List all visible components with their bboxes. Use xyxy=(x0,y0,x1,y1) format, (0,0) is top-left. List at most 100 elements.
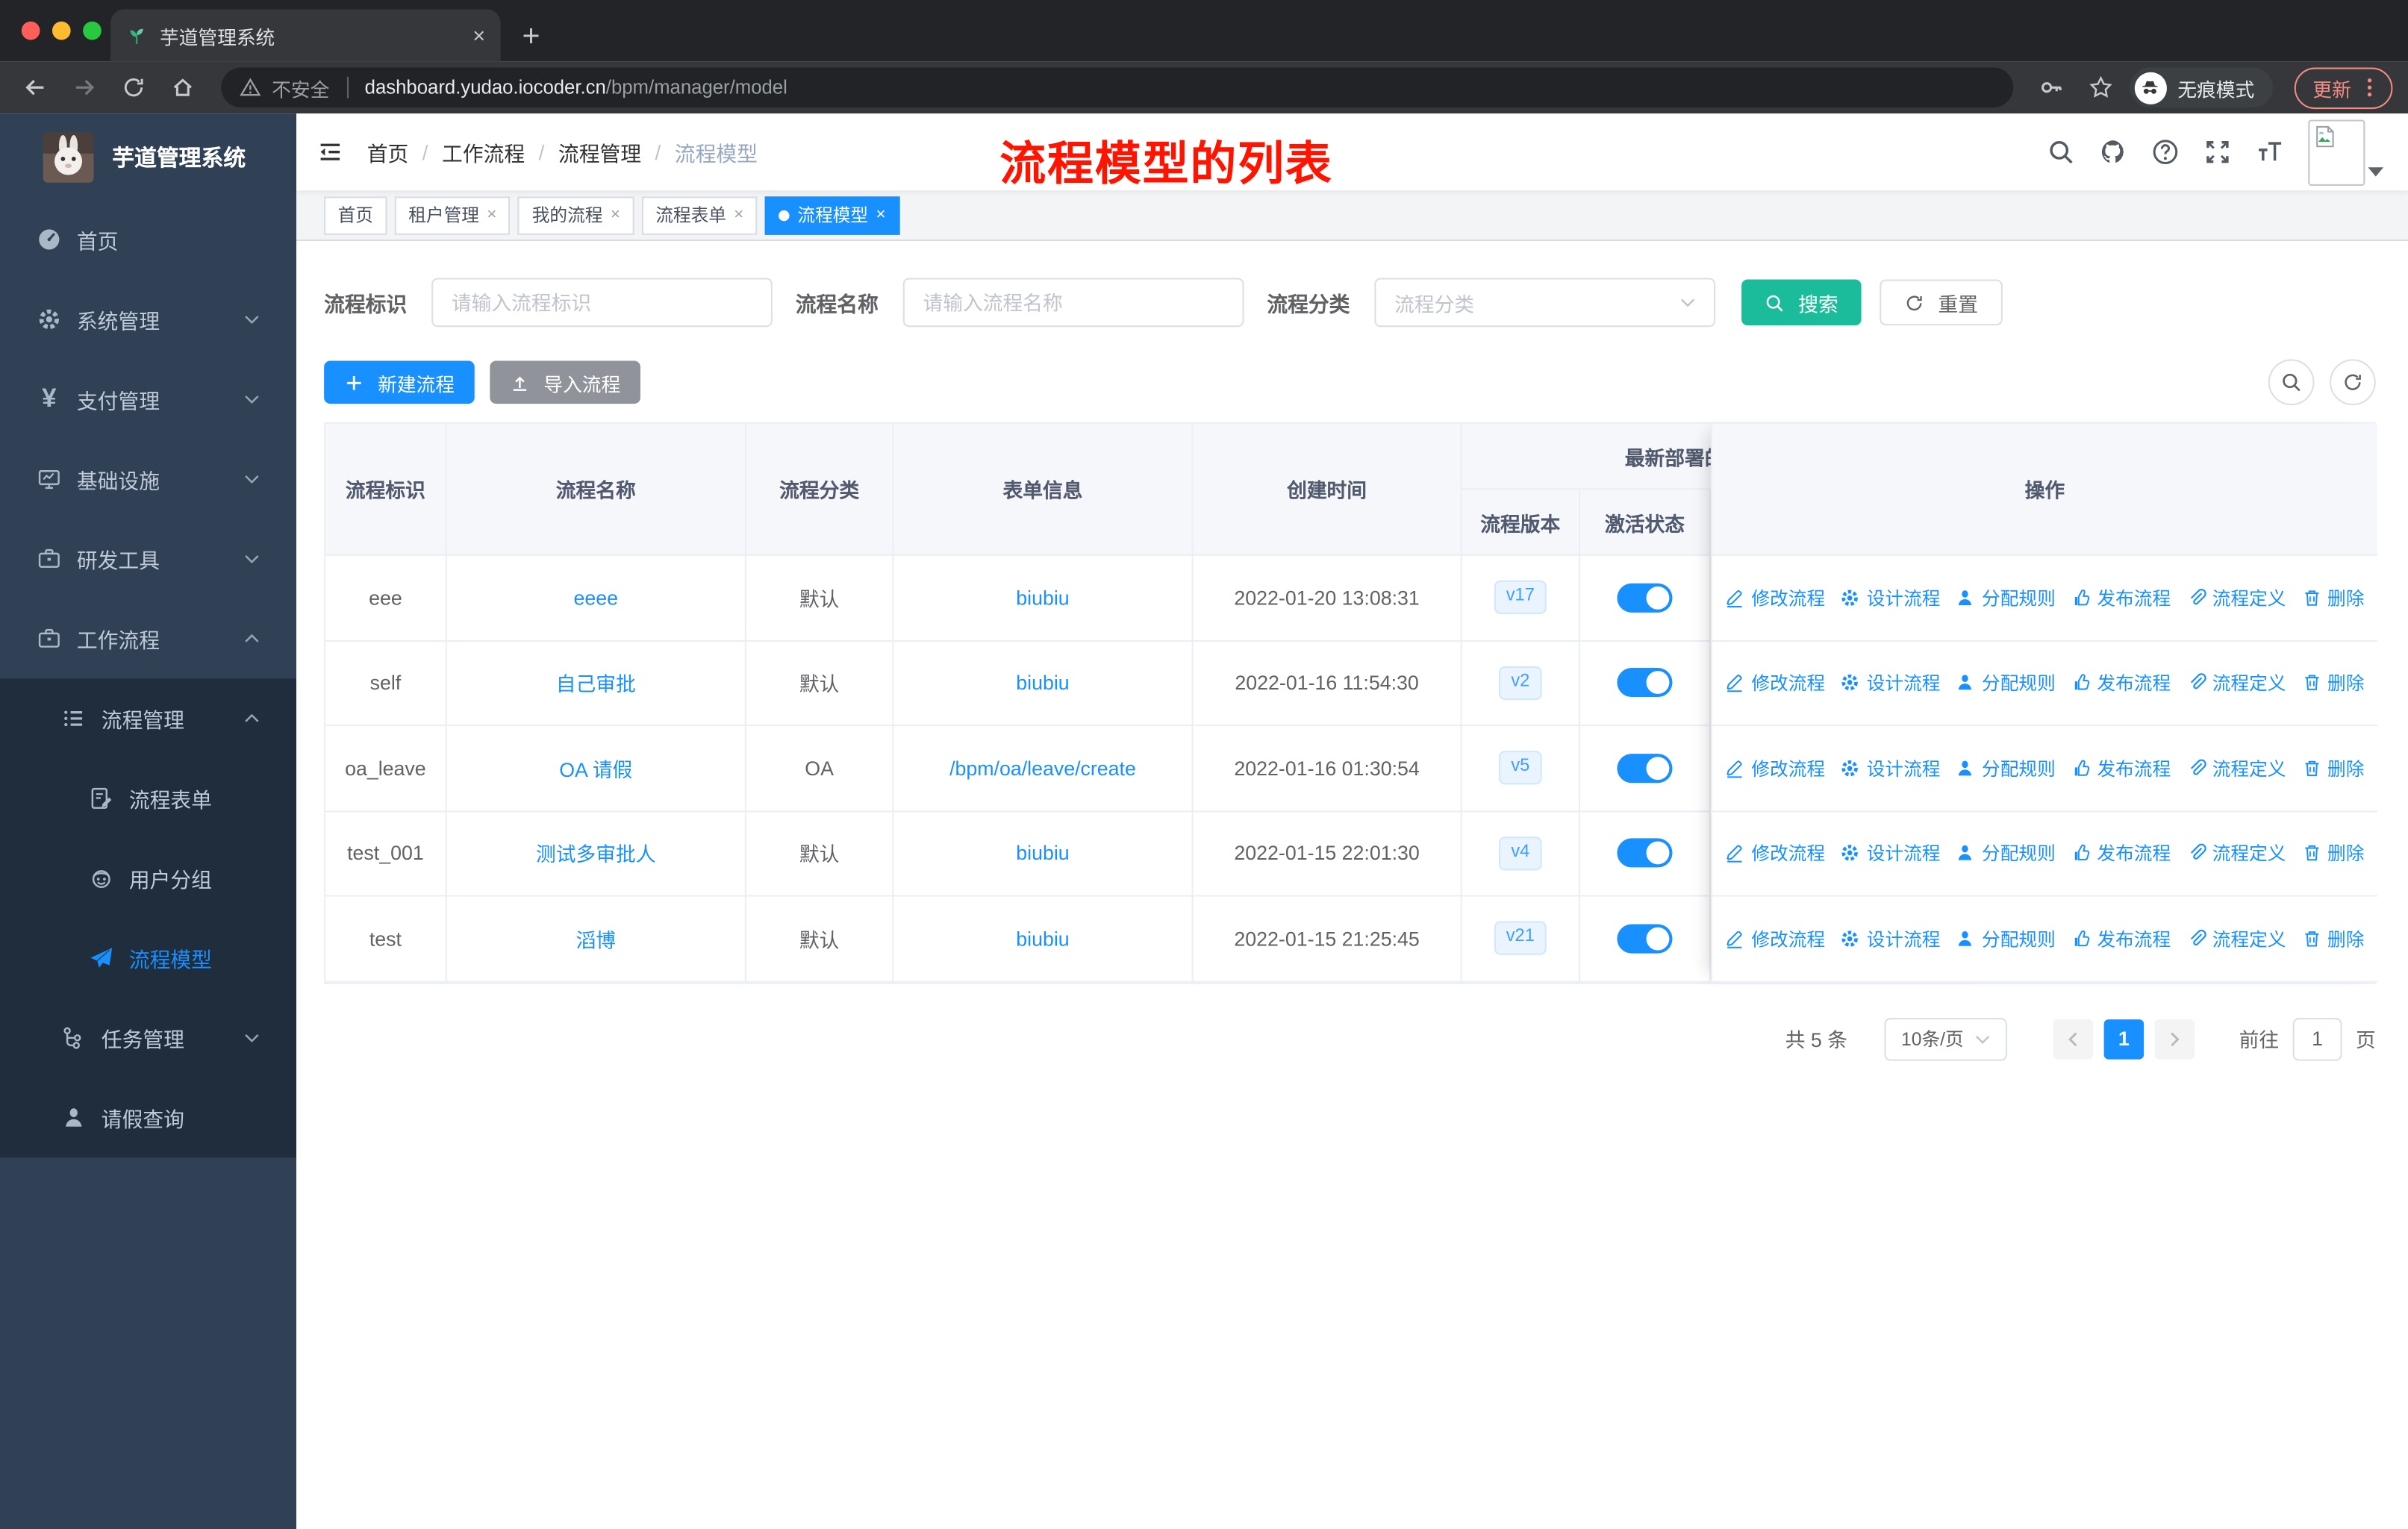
action-publish-process[interactable]: 发布流程 xyxy=(2071,584,2171,610)
action-assign-rules[interactable]: 分配规则 xyxy=(1956,925,2056,951)
sidebar-logo-row[interactable]: 芋道管理系统 xyxy=(0,113,296,199)
tag-process-model[interactable]: 流程模型 × xyxy=(765,196,900,234)
action-modify-process[interactable]: 修改流程 xyxy=(1725,670,1825,696)
new-tab-button[interactable]: + xyxy=(523,22,540,52)
sidebar-item-system[interactable]: 系统管理 xyxy=(0,279,296,359)
active-toggle[interactable] xyxy=(1617,753,1673,783)
page-size-select[interactable]: 10条/页 xyxy=(1884,1017,2007,1060)
action-modify-process[interactable]: 修改流程 xyxy=(1725,584,1825,610)
next-page-button[interactable] xyxy=(2154,1019,2195,1059)
action-assign-rules[interactable]: 分配规则 xyxy=(1956,670,2056,696)
help-icon[interactable] xyxy=(2151,138,2179,166)
action-delete[interactable]: 删除 xyxy=(2301,584,2364,610)
fullscreen-icon[interactable] xyxy=(2203,138,2231,166)
window-controls[interactable] xyxy=(21,21,102,40)
process-id-input[interactable] xyxy=(431,278,773,328)
tag-process-form[interactable]: 流程表单 × xyxy=(641,196,758,234)
process-name-link[interactable]: OA 请假 xyxy=(559,754,632,783)
font-size-icon[interactable] xyxy=(2256,138,2283,166)
action-assign-rules[interactable]: 分配规则 xyxy=(1956,840,2056,866)
form-info-link[interactable]: biubiu xyxy=(1016,842,1069,865)
action-process-definition[interactable]: 流程定义 xyxy=(2186,840,2286,866)
refresh-table-button[interactable] xyxy=(2330,359,2376,406)
process-category-select[interactable]: 流程分类 xyxy=(1374,278,1716,328)
address-bar[interactable]: 不安全 dashboard.yudao.iocoder.cn/bpm/manag… xyxy=(221,67,2014,108)
active-toggle[interactable] xyxy=(1617,838,1673,868)
user-avatar-menu[interactable] xyxy=(2308,119,2384,185)
import-process-button[interactable]: 导入流程 xyxy=(490,360,641,404)
tag-close-icon[interactable]: × xyxy=(734,206,743,225)
action-publish-process[interactable]: 发布流程 xyxy=(2071,925,2171,951)
form-info-link[interactable]: biubiu xyxy=(1016,586,1069,609)
minimize-window-button[interactable] xyxy=(52,21,71,40)
toggle-search-button[interactable] xyxy=(2268,359,2315,406)
action-publish-process[interactable]: 发布流程 xyxy=(2071,670,2171,696)
active-toggle[interactable] xyxy=(1617,583,1673,613)
action-design-process[interactable]: 设计流程 xyxy=(1841,925,1940,951)
close-window-button[interactable] xyxy=(21,21,40,40)
action-design-process[interactable]: 设计流程 xyxy=(1841,670,1940,696)
action-assign-rules[interactable]: 分配规则 xyxy=(1956,755,2056,781)
action-process-definition[interactable]: 流程定义 xyxy=(2186,755,2286,781)
github-icon[interactable] xyxy=(2099,138,2127,166)
sidebar-item-process-model[interactable]: 流程模型 xyxy=(0,918,296,998)
breadcrumb-process-management[interactable]: 流程管理 xyxy=(558,137,641,167)
back-icon[interactable] xyxy=(16,68,55,107)
sidebar-item-leave-query[interactable]: 请假查询 xyxy=(0,1078,296,1157)
home-icon[interactable] xyxy=(163,68,202,107)
action-delete[interactable]: 删除 xyxy=(2301,755,2364,781)
sidebar-item-process-management[interactable]: 流程管理 xyxy=(0,678,296,758)
tag-close-icon[interactable]: × xyxy=(876,206,885,225)
process-name-link[interactable]: 滔博 xyxy=(576,924,616,953)
action-design-process[interactable]: 设计流程 xyxy=(1841,584,1940,610)
password-key-icon[interactable] xyxy=(2032,68,2071,107)
avatar[interactable] xyxy=(2308,119,2365,185)
page-1-button[interactable]: 1 xyxy=(2103,1019,2145,1059)
sidebar-item-payment[interactable]: ¥ 支付管理 xyxy=(0,359,296,439)
browser-menu-kebab-icon[interactable] xyxy=(2357,75,2382,100)
sidebar-item-process-form[interactable]: 流程表单 xyxy=(0,758,296,838)
form-info-link[interactable]: /bpm/oa/leave/create xyxy=(949,757,1136,780)
search-icon[interactable] xyxy=(2047,138,2075,166)
bookmark-star-icon[interactable] xyxy=(2081,68,2121,107)
action-assign-rules[interactable]: 分配规则 xyxy=(1956,584,2056,610)
breadcrumb-home[interactable]: 首页 xyxy=(367,137,409,167)
action-publish-process[interactable]: 发布流程 xyxy=(2071,840,2171,866)
tag-close-icon[interactable]: × xyxy=(487,206,496,225)
zoom-window-button[interactable] xyxy=(83,21,102,40)
action-modify-process[interactable]: 修改流程 xyxy=(1725,840,1825,866)
active-toggle[interactable] xyxy=(1617,668,1673,698)
sidebar-item-user-group[interactable]: 用户分组 xyxy=(0,838,296,918)
action-delete[interactable]: 删除 xyxy=(2301,840,2364,866)
tag-home[interactable]: 首页 xyxy=(324,196,387,234)
tag-close-icon[interactable]: × xyxy=(611,206,620,225)
process-name-link[interactable]: 测试多审批人 xyxy=(536,839,656,868)
reset-button[interactable]: 重置 xyxy=(1880,279,2003,326)
create-process-button[interactable]: 新建流程 xyxy=(324,360,475,404)
chrome-update-button[interactable]: 更新 xyxy=(2294,66,2393,109)
action-design-process[interactable]: 设计流程 xyxy=(1841,755,1940,781)
action-process-definition[interactable]: 流程定义 xyxy=(2186,584,2286,610)
sidebar-item-dev-tools[interactable]: 研发工具 xyxy=(0,519,296,598)
sidebar-collapse-icon[interactable] xyxy=(318,140,343,164)
sidebar-item-workflow[interactable]: 工作流程 xyxy=(0,598,296,678)
action-delete[interactable]: 删除 xyxy=(2301,925,2364,951)
breadcrumb-workflow[interactable]: 工作流程 xyxy=(442,137,525,167)
browser-tab[interactable]: 芋道管理系统 × xyxy=(110,9,501,62)
sidebar-item-infrastructure[interactable]: 基础设施 xyxy=(0,439,296,519)
sidebar-item-task-management[interactable]: 任务管理 xyxy=(0,998,296,1078)
form-info-link[interactable]: biubiu xyxy=(1016,672,1069,695)
action-delete[interactable]: 删除 xyxy=(2301,670,2364,696)
process-name-link[interactable]: 自己审批 xyxy=(556,668,636,697)
tag-my-process[interactable]: 我的流程 × xyxy=(518,196,634,234)
action-process-definition[interactable]: 流程定义 xyxy=(2186,670,2286,696)
form-info-link[interactable]: biubiu xyxy=(1016,927,1069,950)
goto-page-input[interactable] xyxy=(2292,1017,2342,1060)
tab-close-icon[interactable]: × xyxy=(472,25,485,46)
sidebar-item-home[interactable]: 首页 xyxy=(0,199,296,279)
action-modify-process[interactable]: 修改流程 xyxy=(1725,755,1825,781)
action-publish-process[interactable]: 发布流程 xyxy=(2071,755,2171,781)
forward-icon[interactable] xyxy=(64,68,104,107)
tag-tenant[interactable]: 租户管理 × xyxy=(394,196,511,234)
process-name-input[interactable] xyxy=(902,278,1244,328)
